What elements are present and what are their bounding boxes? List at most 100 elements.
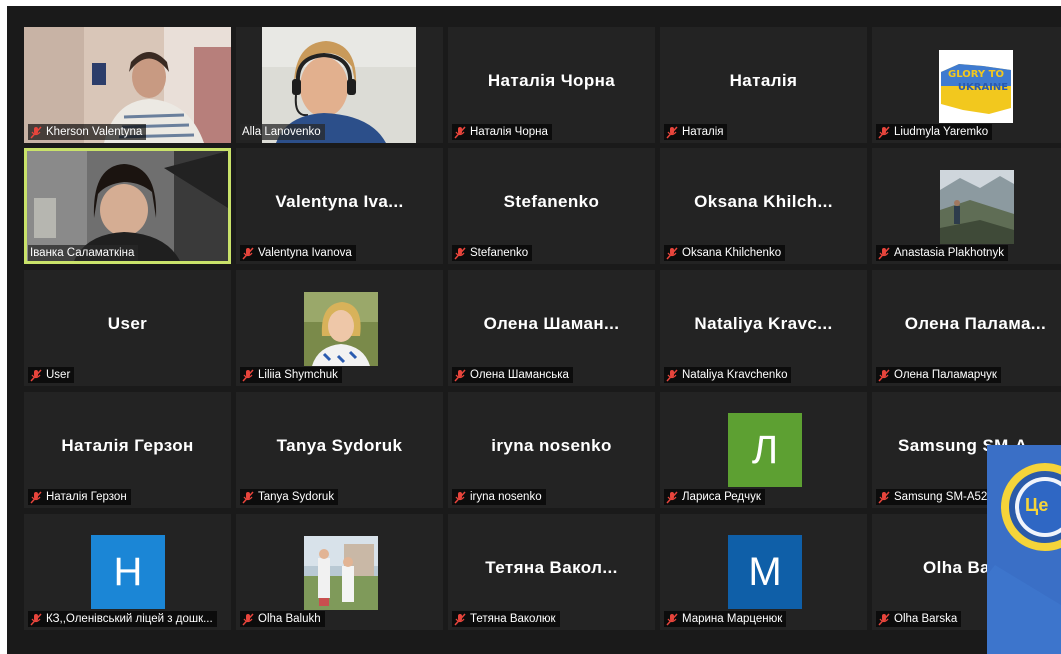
microphone-muted-icon <box>242 490 254 504</box>
participant-name: Наталія Чорна <box>470 126 548 138</box>
participant-tile[interactable]: Наталія Герзон Наталія Герзон <box>24 392 231 508</box>
participant-tile[interactable]: iryna nosenko iryna nosenko <box>448 392 655 508</box>
participant-name: Stefanenko <box>470 247 529 259</box>
participant-display-name: Олена Шаман... <box>483 314 620 333</box>
microphone-muted-icon <box>454 612 466 626</box>
participant-name: Наталія Герзон <box>46 491 127 503</box>
participant-tile-kherson-valentyna[interactable]: Kherson Valentyna <box>24 27 231 143</box>
participant-name: Олена Паламарчук <box>894 369 997 381</box>
participant-name: КЗ,,Оленівський ліцей з дошк... <box>46 613 213 625</box>
microphone-muted-icon <box>30 490 42 504</box>
participant-display-name: Наталія <box>729 71 798 90</box>
participant-tile[interactable]: Олена Палама... Олена Паламарчук <box>872 270 1061 386</box>
microphone-muted-icon <box>30 612 42 626</box>
participant-tile[interactable]: Stefanenko Stefanenko <box>448 148 655 264</box>
participant-tile[interactable]: Valentyna Iva... Valentyna Ivanova <box>236 148 443 264</box>
participant-name: Samsung SM-A52 <box>894 491 988 503</box>
floating-logo-panel[interactable]: Це <box>987 445 1061 654</box>
participant-display-name: Наталія Герзон <box>61 436 194 455</box>
participant-name-label: Valentyna Ivanova <box>240 245 356 261</box>
participant-name-label: Наталія <box>664 124 728 140</box>
image-caption: UKRAINE <box>958 82 1008 93</box>
microphone-muted-icon <box>30 125 42 139</box>
participant-display-name: Тетяна Вакол... <box>485 558 618 577</box>
microphone-muted-icon <box>666 246 678 260</box>
profile-picture <box>304 536 378 610</box>
participant-tile[interactable]: Nataliya Kravc... Nataliya Kravchenko <box>660 270 867 386</box>
participant-name: Тетяна Ваколюк <box>470 613 556 625</box>
microphone-muted-icon <box>878 125 890 139</box>
participant-display-name: User <box>107 314 148 333</box>
organization-logo-icon <box>987 445 1061 654</box>
avatar-initial: Н <box>91 535 165 609</box>
participant-tile[interactable]: Tanya Sydoruk Tanya Sydoruk <box>236 392 443 508</box>
participant-tile[interactable]: User User <box>24 270 231 386</box>
participant-name-label: User <box>28 367 75 383</box>
participant-name: iryna nosenko <box>470 491 542 503</box>
participant-tile[interactable]: Олена Шаман... Олена Шаманська <box>448 270 655 386</box>
participant-name-label: Kherson Valentyna <box>28 124 147 140</box>
participant-name-label: Наталія Герзон <box>28 489 131 505</box>
participant-tile[interactable]: Наталія Чорна Наталія Чорна <box>448 27 655 143</box>
participant-name-label: Іванка Саламаткіна <box>28 245 139 261</box>
participant-name-label: Марина Марценюк <box>664 611 787 627</box>
participant-tile[interactable]: Тетяна Вакол... Тетяна Ваколюк <box>448 514 655 630</box>
participant-name-label: Tanya Sydoruk <box>240 489 339 505</box>
microphone-muted-icon <box>878 490 890 504</box>
participant-tile[interactable]: Anastasia Plakhotnyk <box>872 148 1061 264</box>
participant-name: Марина Марценюк <box>682 613 783 625</box>
participant-name-label: Samsung SM-A52 <box>876 489 992 505</box>
participant-tile[interactable]: Olha Balukh <box>236 514 443 630</box>
participant-tile-alla-lanovenko[interactable]: Alla Lanovenko <box>236 27 443 143</box>
microphone-muted-icon <box>454 368 466 382</box>
participant-name: Олена Шаманська <box>470 369 569 381</box>
participant-name-label: Олена Паламарчук <box>876 367 1001 383</box>
participant-name-label: Наталія Чорна <box>452 124 552 140</box>
participant-name: User <box>46 369 71 381</box>
participant-name: Іванка Саламаткіна <box>30 247 135 259</box>
participant-tile-active-speaker[interactable]: Іванка Саламаткіна <box>24 148 231 264</box>
participant-name: Liudmyla Yaremko <box>894 126 989 138</box>
participant-name-label: Stefanenko <box>452 245 533 261</box>
participant-name-label: Олена Шаманська <box>452 367 573 383</box>
participant-tile[interactable]: М Марина Марценюк <box>660 514 867 630</box>
microphone-muted-icon <box>242 368 254 382</box>
video-gallery: Kherson Valentyna Alla Lanovenko Наталія… <box>7 6 1061 654</box>
participant-name: Olha Barska <box>894 613 958 625</box>
microphone-muted-icon <box>666 368 678 382</box>
participant-display-name: Oksana Khilch... <box>694 192 833 211</box>
participant-tile[interactable]: Liliia Shymchuk <box>236 270 443 386</box>
participant-name: Наталія <box>682 126 724 138</box>
microphone-muted-icon <box>454 246 466 260</box>
participant-name: Tanya Sydoruk <box>258 491 335 503</box>
profile-picture: GLORY TO UKRAINE <box>939 50 1013 123</box>
participant-name-label: Olha Barska <box>876 611 962 627</box>
participant-name-label: Olha Balukh <box>240 611 325 627</box>
participant-tile[interactable]: Наталія Наталія <box>660 27 867 143</box>
microphone-muted-icon <box>454 490 466 504</box>
participant-name-label: КЗ,,Оленівський ліцей з дошк... <box>28 611 217 627</box>
participant-name-label: Alla Lanovenko <box>240 124 325 140</box>
participant-display-name: Олена Палама... <box>904 314 1047 333</box>
participant-display-name: Nataliya Kravc... <box>694 314 833 333</box>
participant-tile[interactable]: Н КЗ,,Оленівський ліцей з дошк... <box>24 514 231 630</box>
microphone-muted-icon <box>666 125 678 139</box>
participant-name: Nataliya Kravchenko <box>682 369 788 381</box>
participant-name-label: Лариса Редчук <box>664 489 765 505</box>
participant-name: Liliia Shymchuk <box>258 369 338 381</box>
participant-name: Лариса Редчук <box>682 491 761 503</box>
participant-tile[interactable]: Oksana Khilch... Oksana Khilchenko <box>660 148 867 264</box>
participant-tile[interactable]: Л Лариса Редчук <box>660 392 867 508</box>
participant-name-label: Anastasia Plakhotnyk <box>876 245 1008 261</box>
participant-name: Valentyna Ivanova <box>258 247 352 259</box>
participant-display-name: iryna nosenko <box>491 436 612 455</box>
participant-name-label: iryna nosenko <box>452 489 546 505</box>
avatar-initial: М <box>728 535 802 609</box>
participant-display-name: Valentyna Iva... <box>275 192 404 211</box>
participant-tile[interactable]: GLORY TO UKRAINE Liudmyla Yaremko <box>872 27 1061 143</box>
microphone-muted-icon <box>666 612 678 626</box>
participant-display-name: Stefanenko <box>503 192 600 211</box>
microphone-muted-icon <box>454 125 466 139</box>
participant-name: Alla Lanovenko <box>242 126 321 138</box>
avatar-initial: Л <box>728 413 802 487</box>
